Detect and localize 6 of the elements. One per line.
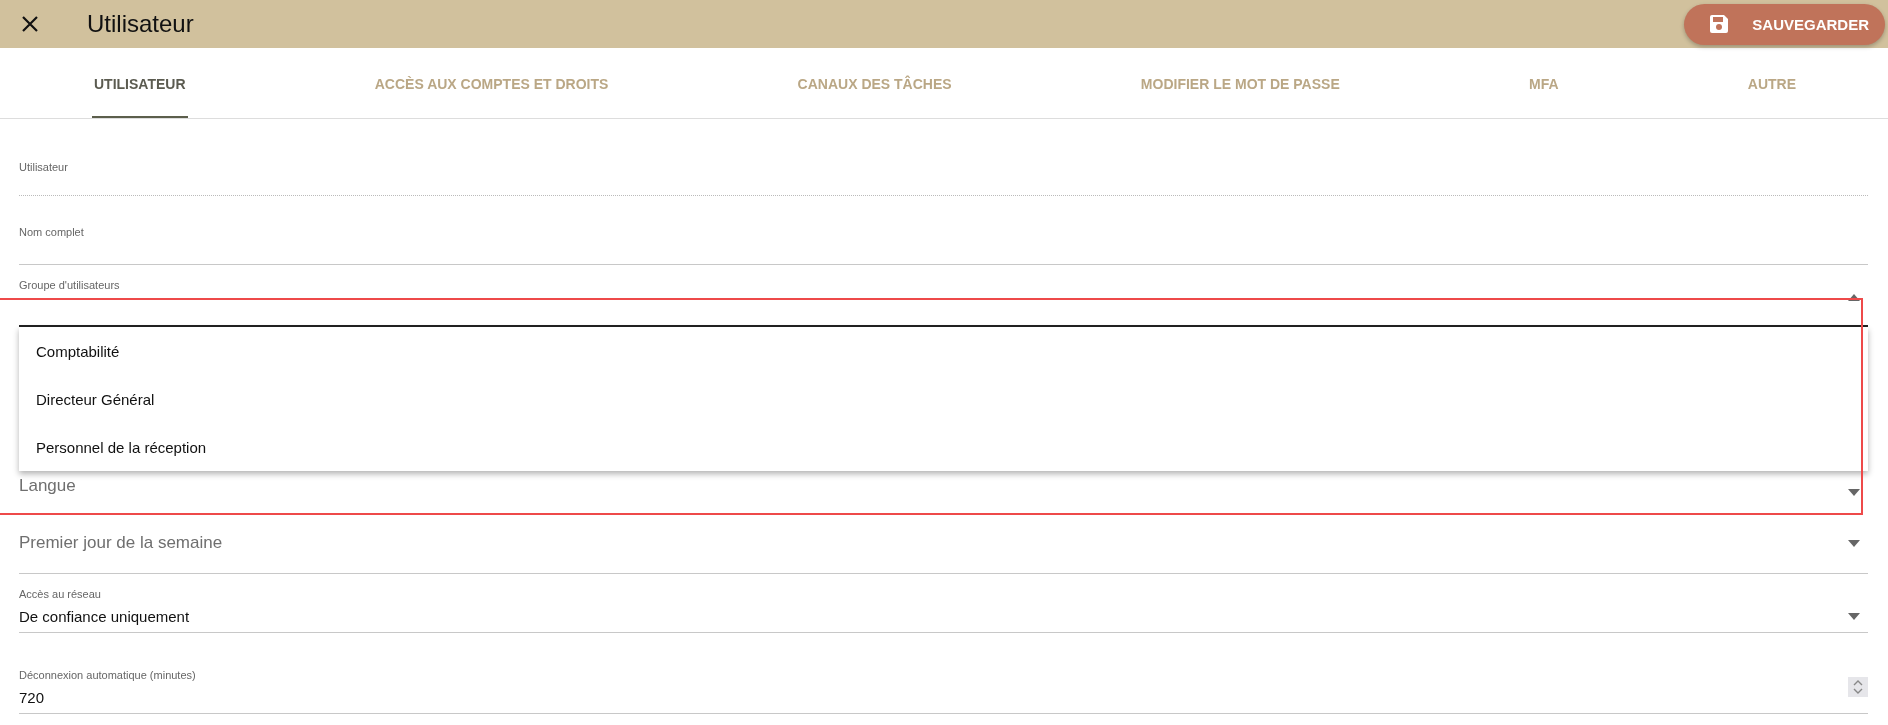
window-title: Utilisateur xyxy=(87,10,194,38)
field-label: Groupe d'utilisateurs xyxy=(19,279,121,291)
field-label: Accès au réseau xyxy=(19,588,102,600)
field-label: Utilisateur xyxy=(19,161,69,173)
field-label: Déconnexion automatique (minutes) xyxy=(19,669,197,681)
field-label: Nom complet xyxy=(19,226,85,238)
